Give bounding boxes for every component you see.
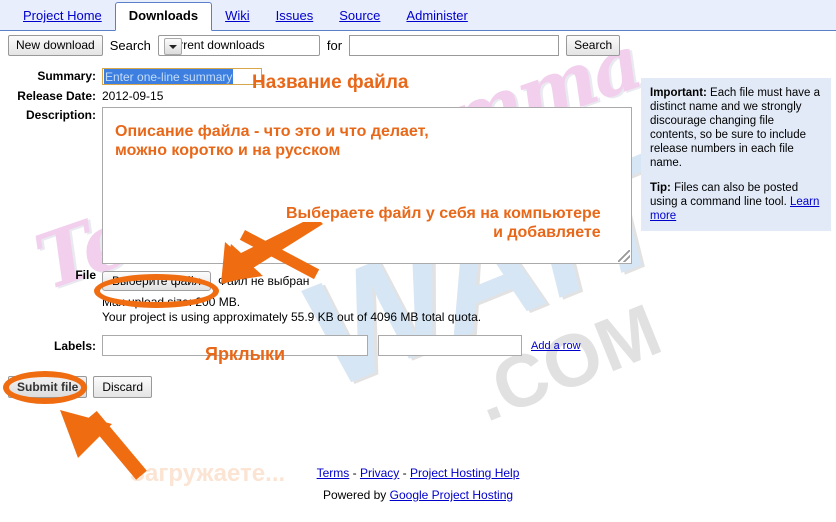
important-sidenote: Important: Each file must have a distinc… (641, 78, 831, 231)
sidenote-tip-paragraph: Tip: Files can also be posted using a co… (650, 181, 822, 223)
file-row: File Выберите файл Файл не выбран (0, 267, 836, 291)
release-date-label: Release Date: (17, 89, 96, 103)
description-textarea[interactable] (102, 107, 632, 264)
quota-usage-text: Your project is using approximately 55.9… (102, 310, 482, 324)
footer-links: Terms - Privacy - Project Hosting Help (0, 466, 836, 480)
sidenote-important-paragraph: Important: Each file must have a distinc… (650, 86, 822, 170)
submit-file-button[interactable]: Submit file (8, 376, 88, 398)
description-label: Description: (25, 108, 96, 122)
summary-input[interactable]: Enter one-line summary (102, 68, 262, 85)
resize-grip-icon[interactable] (618, 250, 630, 262)
sidenote-tip-body: Files can also be posted using a command… (650, 182, 799, 208)
project-hosting-help-link[interactable]: Project Hosting Help (410, 466, 519, 480)
search-scope-select[interactable]: Current downloads (157, 35, 320, 56)
privacy-link[interactable]: Privacy (360, 466, 399, 480)
page-footer: Terms - Privacy - Project Hosting Help P… (0, 466, 836, 502)
tab-administer[interactable]: Administer (393, 2, 480, 30)
sidenote-important-heading: Important: (650, 87, 707, 99)
file-status-text: Файл не выбран (218, 274, 310, 288)
form-actions: Submit file Discard (8, 376, 836, 398)
footer-sep-2: - (399, 466, 410, 480)
sidenote-tip-heading: Tip: (650, 182, 671, 194)
google-project-hosting-link[interactable]: Google Project Hosting (390, 488, 513, 502)
tab-wiki[interactable]: Wiki (212, 2, 263, 30)
summary-label: Summary: (37, 69, 96, 83)
release-date-value: 2012-09-15 (102, 89, 164, 103)
sidenote-important-body: Each file must have a distinct name and … (650, 87, 821, 169)
tab-downloads[interactable]: Downloads (114, 2, 213, 31)
tab-source[interactable]: Source (326, 2, 393, 30)
label-input-2[interactable] (378, 335, 522, 356)
project-nav-tabstrip: Project Home Downloads Wiki Issues Sourc… (0, 0, 836, 31)
project-nav-tabs: Project Home Downloads Wiki Issues Sourc… (10, 0, 481, 31)
file-picker: Выберите файл Файл не выбран (102, 271, 309, 291)
search-input[interactable] (349, 35, 560, 56)
tab-project-home[interactable]: Project Home (10, 2, 115, 30)
labels-label: Labels: (53, 338, 96, 353)
add-a-row-link[interactable]: Add a row (531, 340, 581, 352)
terms-link[interactable]: Terms (317, 466, 350, 480)
tab-issues[interactable]: Issues (263, 2, 327, 30)
file-label: File (75, 268, 96, 282)
footer-powered-by: Powered by Google Project Hosting (0, 488, 836, 502)
for-label: for (326, 38, 343, 53)
search-button[interactable]: Search (566, 35, 621, 56)
sidenote-spacer (650, 170, 822, 181)
powered-by-prefix: Powered by (322, 488, 390, 502)
chevron-down-icon (163, 38, 182, 55)
footer-sep-1: - (349, 466, 360, 480)
label-input-1[interactable] (102, 335, 368, 356)
downloads-toolbar: New download Search Current downloads fo… (0, 31, 836, 59)
max-upload-size-text: Max upload size: 200 MB. (102, 295, 241, 309)
labels-row: Labels: Add a row (0, 335, 836, 356)
choose-file-button[interactable]: Выберите файл (102, 271, 212, 291)
search-label: Search (109, 38, 151, 53)
discard-button[interactable]: Discard (93, 376, 153, 398)
summary-input-value: Enter one-line summary (104, 69, 234, 84)
new-download-button[interactable]: New download (8, 35, 103, 56)
